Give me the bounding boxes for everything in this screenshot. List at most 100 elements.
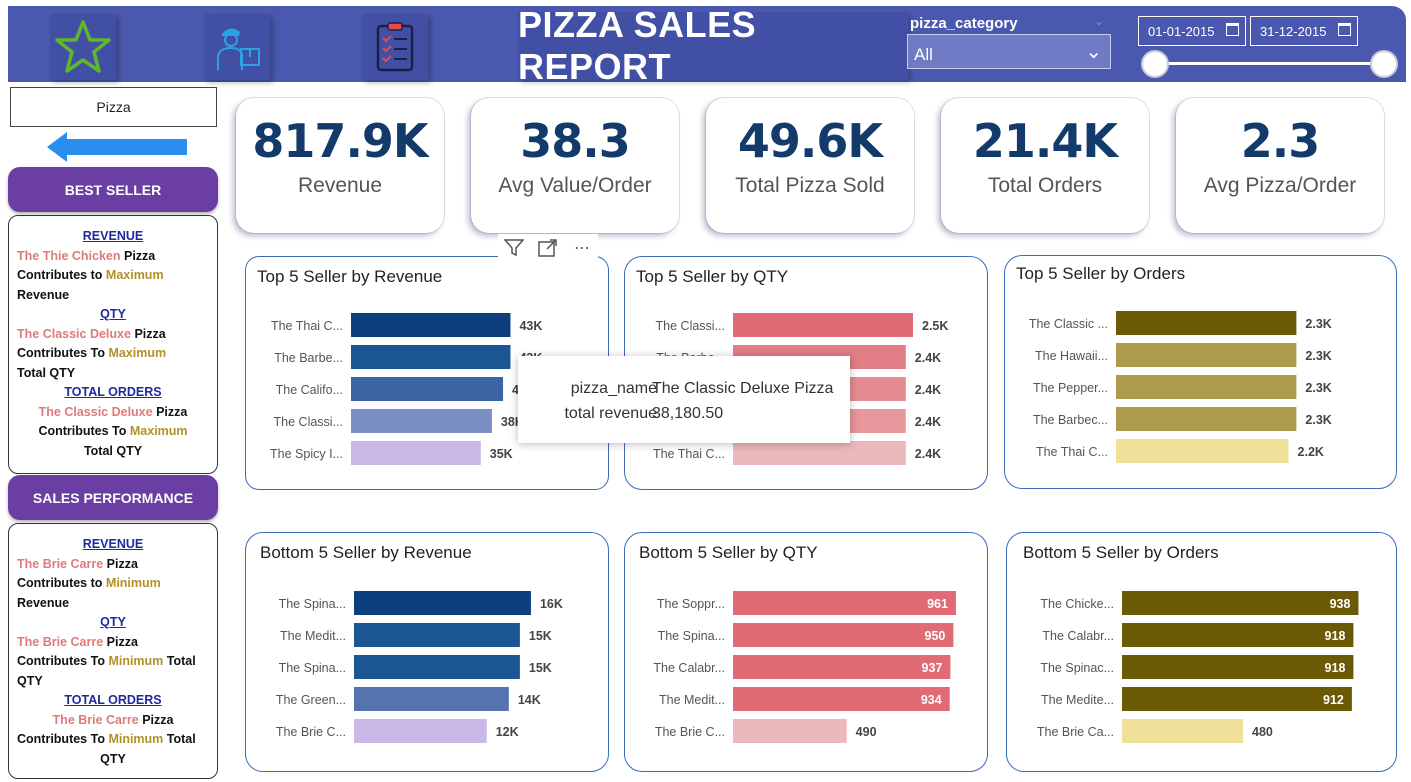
slicer-collapse-icon[interactable]: ⌄ <box>1094 14 1104 28</box>
calendar-icon <box>1226 23 1239 36</box>
chart-top5-orders[interactable]: The Classic ... 2.3K The Hawaii... 2.3K The … <box>1004 255 1397 489</box>
delivery-icon-button[interactable] <box>204 14 270 80</box>
data-label: 490 <box>856 725 877 739</box>
data-label: 2.4K <box>915 415 941 429</box>
date-end-value: 31-12-2015 <box>1260 24 1327 39</box>
data-label: 43K <box>519 319 542 333</box>
bar[interactable] <box>1116 311 1297 335</box>
bar[interactable] <box>1122 719 1243 743</box>
text: QTY <box>100 751 126 766</box>
text: Revenue <box>17 595 70 610</box>
data-label: 950 <box>925 629 946 643</box>
chart-bottom5-orders[interactable]: The Chicke... 938 The Calabr... 918 The Spin… <box>1006 532 1397 772</box>
bar-chart-svg: The Chicke... 938 The Calabr... 918 The Spin… <box>1037 591 1359 743</box>
data-label: 938 <box>1330 597 1351 611</box>
bar[interactable] <box>1116 375 1297 399</box>
text: Pizza <box>134 326 166 341</box>
category-label: The Calabr... <box>1042 629 1114 643</box>
bar[interactable] <box>1122 591 1359 615</box>
category-label: The Califo... <box>276 383 343 397</box>
category-label: The Classic ... <box>1029 317 1108 331</box>
bar[interactable] <box>733 655 951 679</box>
text: Maximum <box>129 424 188 438</box>
chevron-down-icon: ⌄ <box>1085 41 1102 63</box>
text: Contributes To <box>17 654 105 668</box>
bar[interactable] <box>351 441 481 465</box>
filter-icon[interactable] <box>502 237 526 259</box>
focus-mode-icon[interactable] <box>536 237 560 259</box>
sales-performance-card: REVENUE The Brie Carre Pizza Contributes… <box>8 523 218 779</box>
data-label: 35K <box>490 447 513 461</box>
bar[interactable] <box>354 719 487 743</box>
bar[interactable] <box>354 623 520 647</box>
chart-bottom5-revenue[interactable]: The Spina... 16K The Medit... 15K The Spina.… <box>245 532 609 772</box>
bar[interactable] <box>351 313 511 337</box>
text: Total QTY <box>17 365 76 380</box>
bar[interactable] <box>1116 343 1297 367</box>
kpi-label: Revenue <box>297 174 383 197</box>
bar[interactable] <box>354 591 531 615</box>
data-label: 480 <box>1252 725 1273 739</box>
date-end-input[interactable]: 31-12-2015 <box>1250 16 1358 46</box>
kpi-value: 817.9K <box>252 114 428 168</box>
bar[interactable] <box>1116 439 1289 463</box>
kpi-card-total-pizza-sold[interactable]: 49.6K Total Pizza Sold <box>706 98 914 233</box>
data-label: 2.5K <box>922 319 948 333</box>
category-label: The Hawaii... <box>1035 349 1108 363</box>
pizza-button[interactable]: Pizza <box>10 87 217 127</box>
best-qty-heading: QTY <box>100 307 126 321</box>
bar[interactable] <box>1116 407 1297 431</box>
bar[interactable] <box>733 591 956 615</box>
sales-performance-button[interactable]: SALES PERFORMANCE <box>8 475 218 520</box>
data-label: 2.4K <box>915 447 941 461</box>
date-range-end-handle[interactable] <box>1370 50 1398 78</box>
category-label: The Chicke... <box>1040 597 1114 611</box>
kpi-card-avg-value-order[interactable]: 38.3 Avg Value/Order <box>471 98 679 233</box>
category-label: The Medit... <box>280 629 346 643</box>
star-icon <box>55 20 111 73</box>
bar[interactable] <box>733 441 906 465</box>
text: Minimum <box>108 654 164 668</box>
category-slicer-dropdown[interactable]: All ⌄ <box>907 34 1111 69</box>
data-label: 961 <box>927 597 948 611</box>
bar[interactable] <box>351 409 492 433</box>
category-label: The Barbe... <box>274 351 343 365</box>
category-label: The Brie C... <box>655 725 725 739</box>
text: Total <box>166 654 196 668</box>
bar[interactable] <box>733 719 847 743</box>
bar[interactable] <box>351 345 511 369</box>
star-icon-button[interactable] <box>50 14 116 80</box>
back-arrow-icon[interactable] <box>47 131 189 163</box>
best-seller-button[interactable]: BEST SELLER <box>8 167 218 212</box>
category-label: The Barbec... <box>1033 413 1108 427</box>
bar[interactable] <box>733 687 950 711</box>
visual-header-toolbar: ⋯ <box>498 234 598 262</box>
kpi-value: 2.3 <box>1240 114 1321 168</box>
bar[interactable] <box>1122 623 1354 647</box>
category-label: The Spicy I... <box>270 447 343 461</box>
date-range-slider-track[interactable] <box>1154 62 1384 65</box>
bar-chart-svg: The Soppr... 961 The Spina... 950 The Calabr… <box>653 591 956 743</box>
text: Pizza <box>123 248 156 263</box>
perf-orders-heading: TOTAL ORDERS <box>64 693 162 707</box>
bar[interactable] <box>733 623 954 647</box>
bar[interactable] <box>354 687 509 711</box>
data-label: 16K <box>540 597 563 611</box>
bar[interactable] <box>351 377 504 401</box>
bar[interactable] <box>1122 655 1354 679</box>
text: Pizza <box>106 634 138 649</box>
kpi-card-avg-pizza-order[interactable]: 2.3 Avg Pizza/Order <box>1176 98 1384 233</box>
kpi-card-revenue[interactable]: 817.9K Revenue <box>236 98 444 233</box>
date-start-input[interactable]: 01-01-2015 <box>1138 16 1246 46</box>
kpi-card-total-orders[interactable]: 21.4K Total Orders <box>941 98 1149 233</box>
category-slicer-label: pizza_category <box>910 15 1018 32</box>
chart-bottom5-qty[interactable]: The Soppr... 961 The Spina... 950 The Calabr… <box>624 532 988 772</box>
category-label: The Spina... <box>658 629 725 643</box>
more-options-icon[interactable]: ⋯ <box>570 237 594 259</box>
bar[interactable] <box>733 313 913 337</box>
bar[interactable] <box>1122 687 1352 711</box>
date-range-start-handle[interactable] <box>1141 50 1169 78</box>
bar[interactable] <box>354 655 520 679</box>
dashboard: PIZZA SALES REPORT pizza_category ⌄ All … <box>0 0 1411 782</box>
clipboard-icon-button[interactable] <box>362 14 428 80</box>
